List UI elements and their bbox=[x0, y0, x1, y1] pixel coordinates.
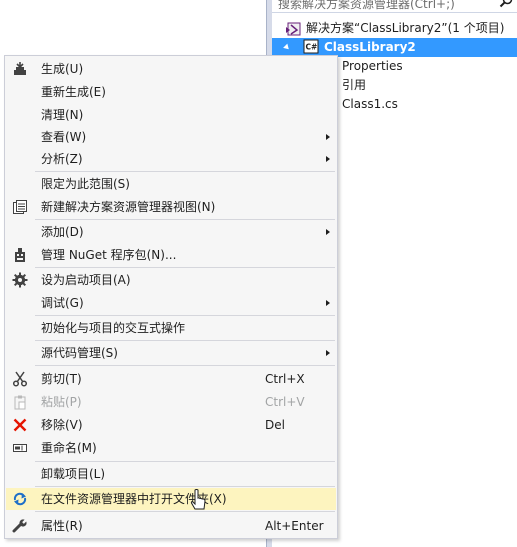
menu-item-remove[interactable]: 移除(V) Del bbox=[6, 414, 336, 436]
submenu-arrow-icon bbox=[326, 229, 330, 235]
wrench-icon bbox=[12, 518, 28, 533]
menu-item-label: 属性(R) bbox=[41, 519, 83, 533]
menu-item-label: 移除(V) bbox=[41, 418, 83, 432]
menu-item-label: 管理 NuGet 程序包(N)... bbox=[41, 248, 177, 262]
menu-item-label: 限定为此范围(S) bbox=[41, 177, 130, 191]
rename-icon bbox=[13, 444, 27, 452]
menu-item-label: 新建解决方案资源管理器视图(N) bbox=[41, 200, 216, 214]
menu-item-open-in-explorer[interactable]: 在文件资源管理器中打开文件夹(X) bbox=[6, 488, 336, 510]
menu-separator bbox=[35, 171, 335, 172]
menu-separator bbox=[35, 365, 335, 366]
menu-item-label: 源代码管理(S) bbox=[41, 346, 118, 360]
menu-item-label: 分析(Z) bbox=[41, 152, 83, 166]
menu-separator bbox=[35, 461, 335, 462]
menu-separator bbox=[35, 219, 335, 220]
menu-item-analyze[interactable]: 分析(Z) bbox=[6, 148, 336, 170]
menu-item-shortcut: Ctrl+X bbox=[265, 372, 305, 386]
menu-item-label: 剪切(T) bbox=[41, 372, 82, 386]
menu-item-shortcut: Alt+Enter bbox=[265, 519, 324, 533]
tree-item-label: Class1.cs bbox=[342, 97, 398, 111]
menu-item-source-control[interactable]: 源代码管理(S) bbox=[6, 342, 336, 364]
menu-item-rebuild[interactable]: 重新生成(E) bbox=[6, 81, 336, 103]
menu-item-set-startup[interactable]: 设为启动项目(A) bbox=[6, 269, 336, 291]
menu-item-label: 查看(W) bbox=[41, 130, 87, 144]
menu-item-label: 重命名(M) bbox=[41, 441, 97, 455]
mouse-cursor-icon bbox=[190, 489, 206, 510]
collapse-arrow-icon[interactable] bbox=[283, 43, 291, 52]
menu-item-build[interactable]: 生成(U) bbox=[6, 58, 336, 80]
menu-item-interactive-init[interactable]: 初始化与项目的交互式操作 bbox=[6, 317, 336, 339]
submenu-arrow-icon bbox=[326, 350, 330, 356]
menu-item-clean[interactable]: 清理(N) bbox=[6, 104, 336, 126]
submenu-arrow-icon bbox=[326, 300, 330, 306]
menu-item-properties[interactable]: 属性(R) Alt+Enter bbox=[6, 515, 336, 537]
menu-item-unload-project[interactable]: 卸载项目(L) bbox=[6, 463, 336, 485]
nuget-icon bbox=[15, 248, 25, 262]
menu-separator bbox=[35, 511, 335, 512]
menu-item-debug[interactable]: 调试(G) bbox=[6, 292, 336, 314]
menu-item-new-view[interactable]: 新建解决方案资源管理器视图(N) bbox=[6, 196, 336, 218]
menu-item-label: 初始化与项目的交互式操作 bbox=[41, 321, 186, 335]
remove-x-icon bbox=[13, 418, 27, 432]
search-placeholder: 搜索解决方案资源管理器(Ctrl+;) bbox=[278, 0, 455, 11]
svg-text:C#: C# bbox=[306, 43, 318, 52]
menu-item-label: 清理(N) bbox=[41, 108, 84, 122]
csharp-project-icon: C# bbox=[303, 39, 319, 54]
menu-item-label: 添加(D) bbox=[41, 225, 84, 239]
solution-icon bbox=[286, 22, 301, 36]
menu-separator bbox=[35, 486, 335, 487]
menu-item-cut[interactable]: 剪切(T) Ctrl+X bbox=[6, 368, 336, 390]
search-icon[interactable] bbox=[499, 0, 513, 8]
menu-item-label: 卸载项目(L) bbox=[41, 467, 106, 481]
tree-item-solution[interactable]: 解决方案“ClassLibrary2”(1 个项目) bbox=[282, 19, 517, 38]
new-view-icon bbox=[13, 200, 27, 214]
context-menu: 生成(U) 重新生成(E) 清理(N) 查看(W) 分析(Z) 限定为此范围(S… bbox=[4, 55, 338, 539]
open-folder-arrow-icon bbox=[13, 492, 27, 506]
submenu-arrow-icon bbox=[326, 134, 330, 140]
menu-item-scope-to-this[interactable]: 限定为此范围(S) bbox=[6, 173, 336, 195]
menu-item-shortcut: Ctrl+V bbox=[265, 395, 305, 409]
submenu-arrow-icon bbox=[326, 156, 330, 162]
menu-item-label: 粘贴(P) bbox=[41, 395, 82, 409]
menu-separator bbox=[35, 267, 335, 268]
build-icon bbox=[14, 62, 26, 75]
menu-item-label: 设为启动项目(A) bbox=[41, 273, 131, 287]
tree-item-label: 解决方案“ClassLibrary2”(1 个项目) bbox=[306, 21, 505, 35]
scissors-icon bbox=[12, 371, 28, 387]
menu-item-view[interactable]: 查看(W) bbox=[6, 126, 336, 148]
menu-item-shortcut: Del bbox=[265, 418, 285, 432]
solution-explorer-search[interactable]: 搜索解决方案资源管理器(Ctrl+;) bbox=[272, 0, 517, 13]
menu-item-paste[interactable]: 粘贴(P) Ctrl+V bbox=[6, 391, 336, 413]
gear-icon bbox=[12, 272, 28, 288]
menu-item-label: 调试(G) bbox=[41, 296, 84, 310]
menu-item-label: 重新生成(E) bbox=[41, 85, 106, 99]
menu-separator bbox=[35, 315, 335, 316]
tree-item-label: Properties bbox=[342, 59, 403, 73]
tree-item-label: 引用 bbox=[342, 78, 367, 92]
paste-icon bbox=[14, 395, 26, 410]
menu-item-manage-nuget[interactable]: 管理 NuGet 程序包(N)... bbox=[6, 244, 336, 266]
menu-item-label: 生成(U) bbox=[41, 62, 84, 76]
menu-item-rename[interactable]: 重命名(M) bbox=[6, 437, 336, 459]
menu-item-add[interactable]: 添加(D) bbox=[6, 221, 336, 243]
menu-separator bbox=[35, 340, 335, 341]
